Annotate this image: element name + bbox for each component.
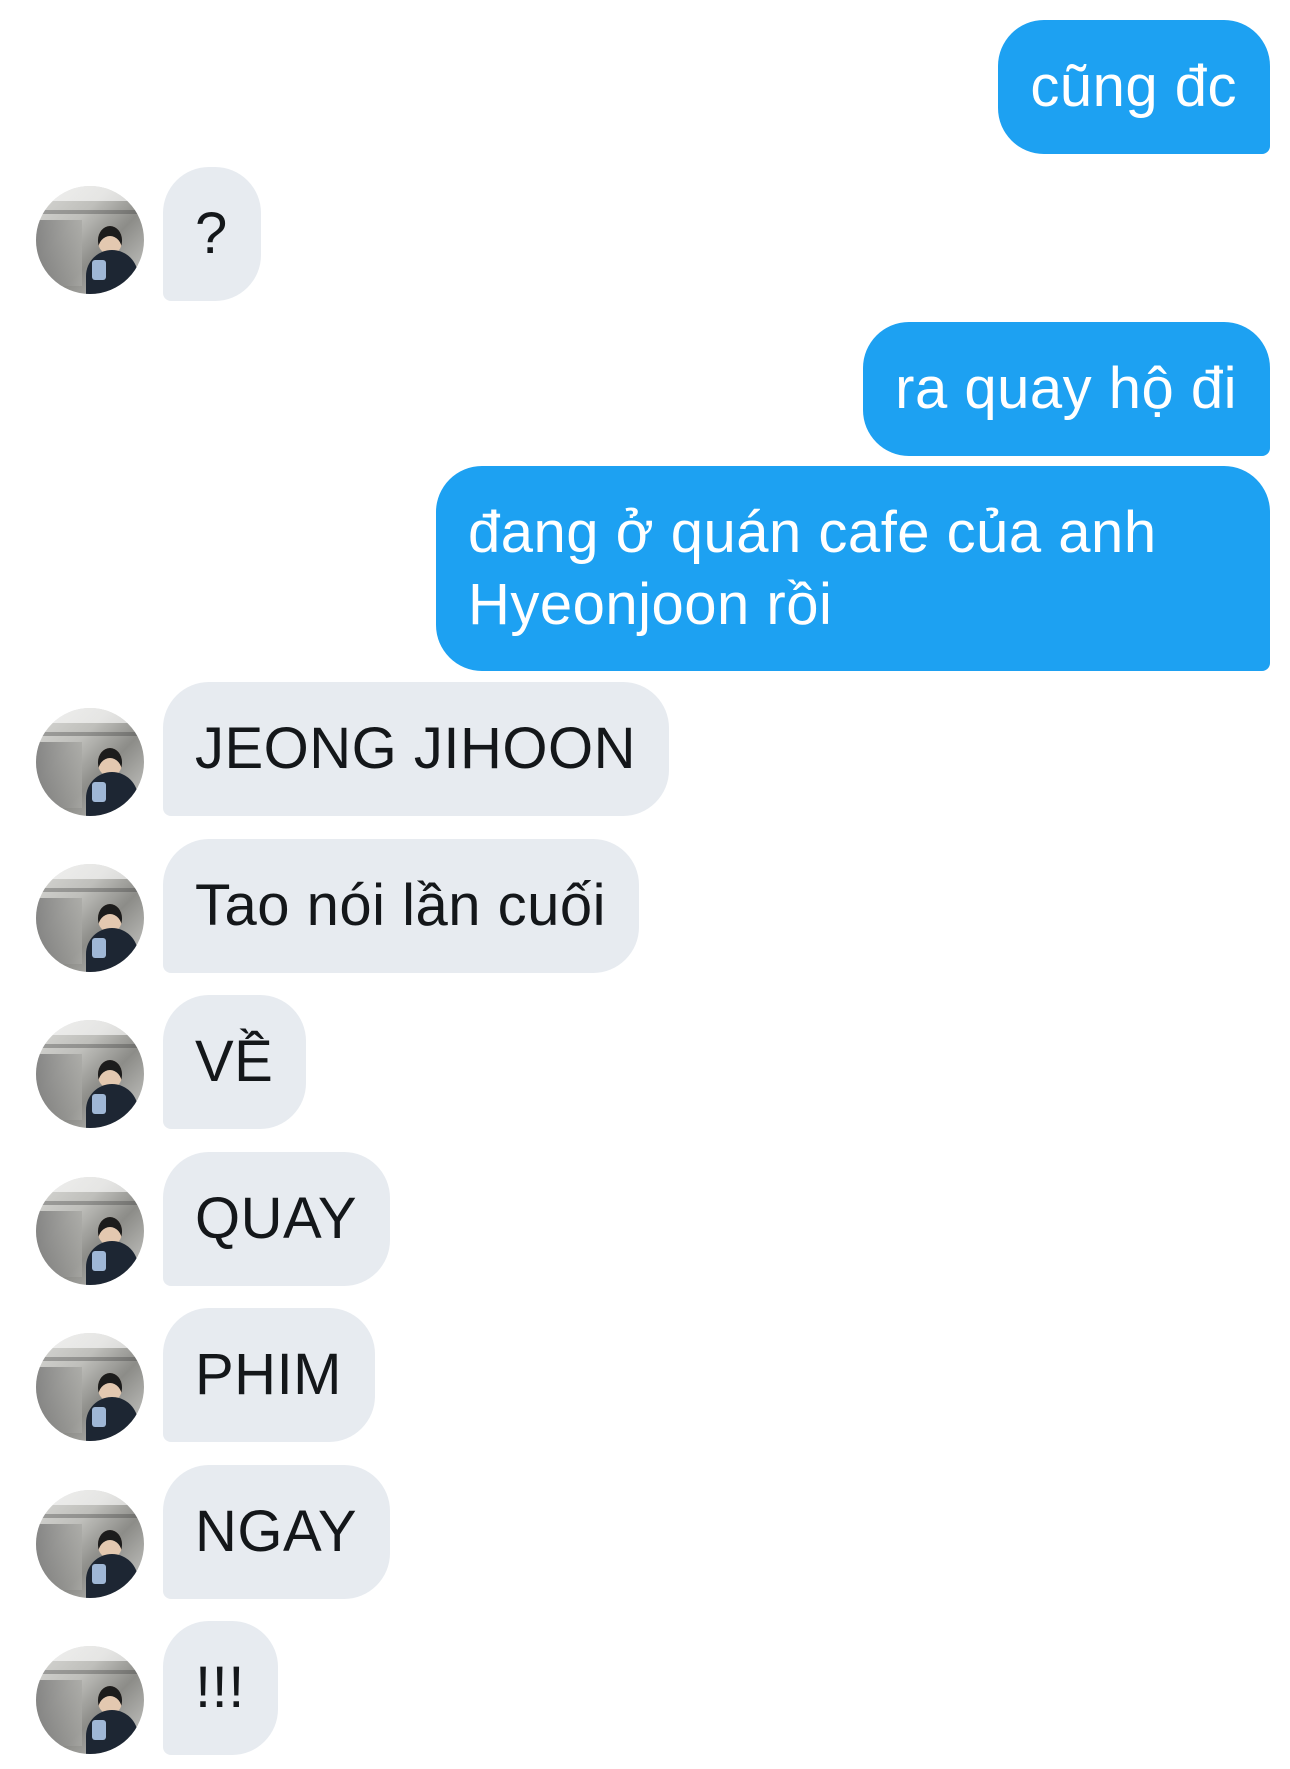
contact-avatar[interactable] — [36, 1020, 144, 1128]
avatar-photo-detail — [36, 1054, 82, 1120]
received-message-bubble[interactable]: ? — [163, 167, 261, 301]
avatar-photo-phone — [92, 260, 106, 280]
avatar-photo-phone — [92, 1251, 106, 1271]
contact-avatar[interactable] — [36, 1646, 144, 1754]
received-message-bubble[interactable]: Tao nói lần cuối — [163, 839, 640, 973]
avatar-photo-detail — [36, 220, 82, 286]
chat-thread[interactable]: cũng đc ? ra quay hộ đi đang ở quán cafe… — [0, 0, 1290, 1769]
avatar-photo-detail — [36, 1367, 82, 1433]
contact-avatar[interactable] — [36, 1177, 144, 1285]
sent-message-bubble[interactable]: đang ở quán cafe của anh Hyeonjoon rồi — [436, 466, 1270, 671]
avatar-photo-phone — [92, 1564, 106, 1584]
sent-message-bubble[interactable]: cũng đc — [998, 20, 1270, 154]
contact-avatar[interactable] — [36, 1490, 144, 1598]
contact-avatar[interactable] — [36, 186, 144, 294]
received-message-bubble[interactable]: NGAY — [163, 1465, 391, 1599]
avatar-photo-phone — [92, 1720, 106, 1740]
received-message-bubble[interactable]: !!! — [163, 1621, 278, 1755]
avatar-photo-phone — [92, 938, 106, 958]
avatar-photo-phone — [92, 1094, 106, 1114]
received-message-bubble[interactable]: QUAY — [163, 1152, 391, 1286]
received-message-bubble[interactable]: PHIM — [163, 1308, 375, 1442]
avatar-photo-phone — [92, 1407, 106, 1427]
avatar-photo-detail — [36, 1680, 82, 1746]
contact-avatar[interactable] — [36, 708, 144, 816]
avatar-photo-phone — [92, 782, 106, 802]
avatar-photo-detail — [36, 898, 82, 964]
sent-message-bubble[interactable]: ra quay hộ đi — [863, 322, 1270, 456]
avatar-photo-detail — [36, 1211, 82, 1277]
contact-avatar[interactable] — [36, 864, 144, 972]
received-message-bubble[interactable]: JEONG JIHOON — [163, 682, 670, 816]
contact-avatar[interactable] — [36, 1333, 144, 1441]
avatar-photo-detail — [36, 742, 82, 808]
avatar-photo-detail — [36, 1524, 82, 1590]
received-message-bubble[interactable]: VỀ — [163, 995, 307, 1129]
